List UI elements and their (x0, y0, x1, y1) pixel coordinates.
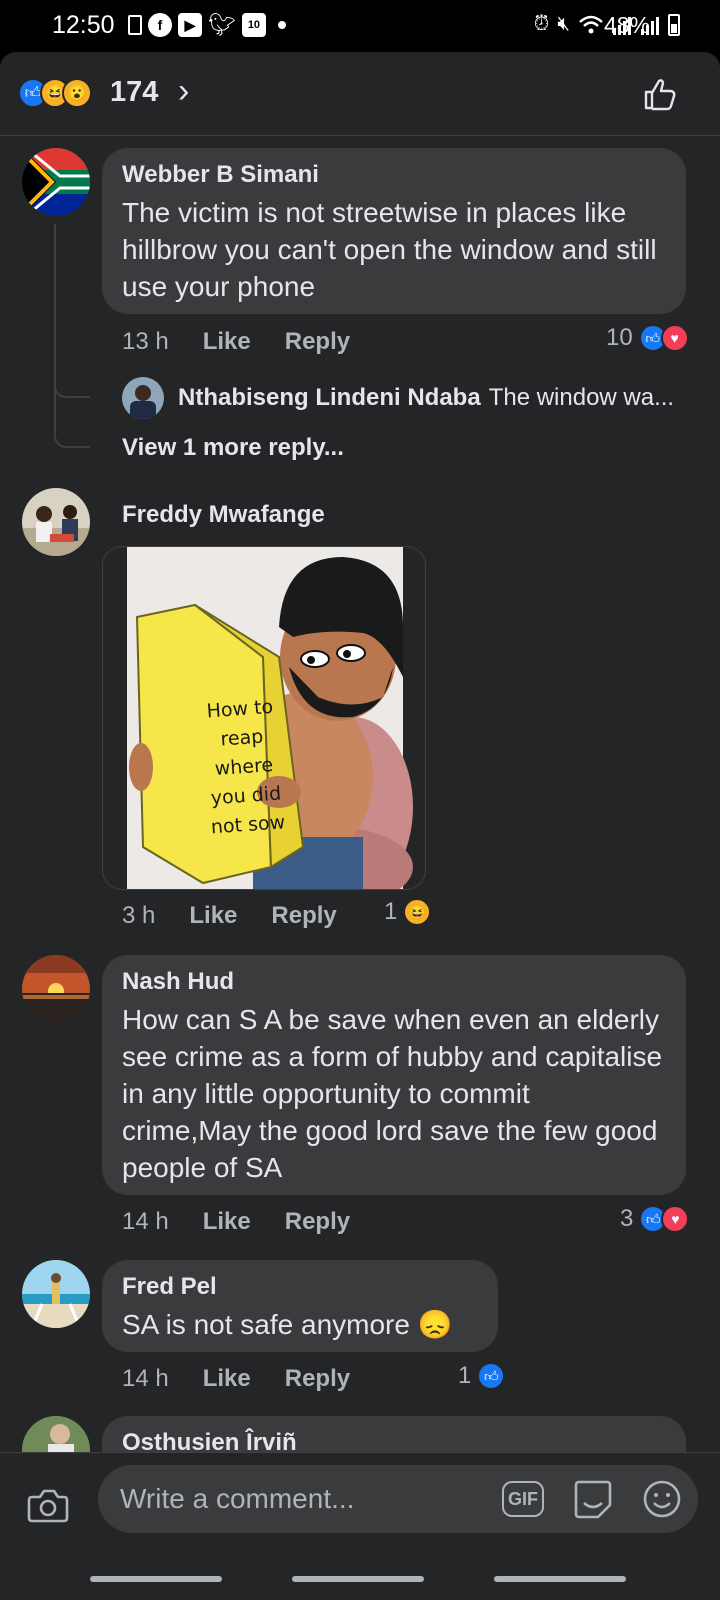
sa-flag-avatar-icon (22, 148, 90, 216)
comment-actions: 14 h Like Reply (122, 1365, 350, 1393)
status-left-icons: f ▶ 🐦︎ 10 (128, 12, 286, 38)
sim-icon (128, 15, 142, 35)
reply-button[interactable]: Reply (285, 1365, 350, 1393)
youtube-icon: ▶ (178, 13, 202, 37)
reply-avatar-icon (122, 377, 164, 419)
facebook-icon: f (148, 13, 172, 37)
recent-apps-button[interactable] (90, 1576, 222, 1582)
thread-line (54, 224, 56, 434)
comment-text: How can S A be save when even an elderly… (122, 1004, 663, 1183)
back-button[interactable] (494, 1576, 626, 1582)
beach-avatar-icon (22, 1260, 90, 1328)
sticker-icon[interactable] (572, 1479, 614, 1519)
thread-branch (54, 428, 90, 448)
reaction-count: 1 (458, 1362, 472, 1389)
reaction-icons: 👍︎ 😆 😮 (18, 78, 92, 108)
love-reaction-icon: ♥ (661, 1205, 690, 1233)
notification-10-icon: 10 (241, 13, 266, 37)
comment-time: 3 h (122, 902, 156, 929)
like-button[interactable]: Like (203, 1208, 251, 1236)
thread-branch (54, 378, 90, 398)
battery-level: 48% (603, 12, 650, 38)
comment-bubble[interactable]: Webber B Simani The victim is not street… (102, 148, 686, 314)
avatar[interactable] (22, 955, 90, 1023)
comment-reactions[interactable]: 1 😆 (384, 898, 432, 926)
status-bar: 12:50 f ▶ 🐦︎ 10 ⏰︎ 🔇︎ 48% (0, 0, 720, 52)
comment-actions: 3 h Like Reply (122, 902, 337, 930)
like-button[interactable]: Like (203, 1365, 251, 1393)
comment-reactions[interactable]: 1 👍︎ (458, 1362, 506, 1390)
emoji-icon[interactable] (642, 1479, 682, 1519)
reaction-count: 10 (606, 324, 633, 351)
wow-reaction-icon: 😮 (62, 78, 92, 108)
view-more-replies-link[interactable]: View 1 more reply... (122, 434, 344, 462)
reply-text: The window wa... (488, 384, 675, 411)
comment-time: 14 h (122, 1208, 169, 1235)
comment-text: The victim is not streetwise in places l… (122, 197, 657, 302)
reaction-count: 1 (384, 898, 398, 925)
alarm-icon: ⏰︎ (533, 13, 550, 35)
avatar[interactable] (22, 148, 90, 216)
gif-button[interactable]: GIF (502, 1481, 544, 1517)
camera-icon[interactable] (26, 1483, 70, 1527)
comment-actions: 14 h Like Reply (122, 1208, 350, 1236)
comment-bubble[interactable]: Nash Hud How can S A be save when even a… (102, 955, 686, 1195)
comment-reactions[interactable]: 3 👍︎ ♥ (620, 1205, 690, 1233)
comments-panel: 👍︎ 😆 😮 174 › Webber B Simani The victim … (0, 52, 720, 1600)
like-button[interactable]: Like (203, 328, 251, 356)
comment-reactions[interactable]: 10 👍︎ ♥ (606, 324, 689, 352)
wifi-icon (579, 15, 603, 33)
like-reaction-icon: 👍︎ (477, 1362, 506, 1390)
reply-author[interactable]: Nthabiseng Lindeni Ndaba (178, 384, 481, 412)
status-time: 12:50 (52, 11, 115, 39)
like-post-icon[interactable] (642, 76, 678, 112)
comment-actions: 13 h Like Reply (122, 328, 350, 356)
mute-icon: 🔇︎ (557, 13, 570, 35)
home-button[interactable] (292, 1576, 424, 1582)
comment-author[interactable]: Fred Pel (122, 1272, 478, 1302)
meme-image[interactable]: How to reap where you did not sow (102, 546, 426, 890)
comment-author[interactable]: Freddy Mwafange (122, 500, 325, 530)
reply-button[interactable]: Reply (271, 902, 336, 930)
system-nav-bar (0, 1556, 720, 1600)
haha-reaction-icon: 😆 (403, 898, 432, 926)
comment-time: 14 h (122, 1365, 169, 1392)
meme-caption: How to reap where you did not sow (194, 692, 294, 843)
avatar[interactable] (22, 488, 90, 556)
comment-text: SA is not safe anymore 😞 (122, 1309, 453, 1340)
like-button[interactable]: Like (189, 902, 237, 930)
love-reaction-icon: ♥ (660, 324, 689, 352)
group-photo-avatar-icon (22, 488, 90, 556)
more-notifications-dot (277, 21, 286, 29)
comment-author[interactable]: Webber B Simani (122, 160, 666, 190)
chevron-right-icon[interactable]: › (178, 72, 189, 111)
battery-icon (668, 14, 680, 36)
avatar[interactable] (22, 1260, 90, 1328)
reply-preview[interactable]: Nthabiseng Lindeni Ndaba The window wa..… (122, 377, 702, 419)
avatar[interactable] (122, 377, 164, 419)
reaction-count: 3 (620, 1205, 634, 1232)
twitter-icon: 🐦︎ (208, 12, 236, 37)
reaction-summary-header[interactable]: 👍︎ 😆 😮 174 › (0, 52, 720, 136)
comment-bubble[interactable]: Fred Pel SA is not safe anymore 😞 (102, 1260, 498, 1352)
reply-button[interactable]: Reply (285, 328, 350, 356)
reaction-count[interactable]: 174 (110, 76, 158, 109)
comment-author[interactable]: Nash Hud (122, 967, 666, 997)
comment-time: 13 h (122, 328, 169, 355)
reply-button[interactable]: Reply (285, 1208, 350, 1236)
sunset-avatar-icon (22, 955, 90, 1023)
